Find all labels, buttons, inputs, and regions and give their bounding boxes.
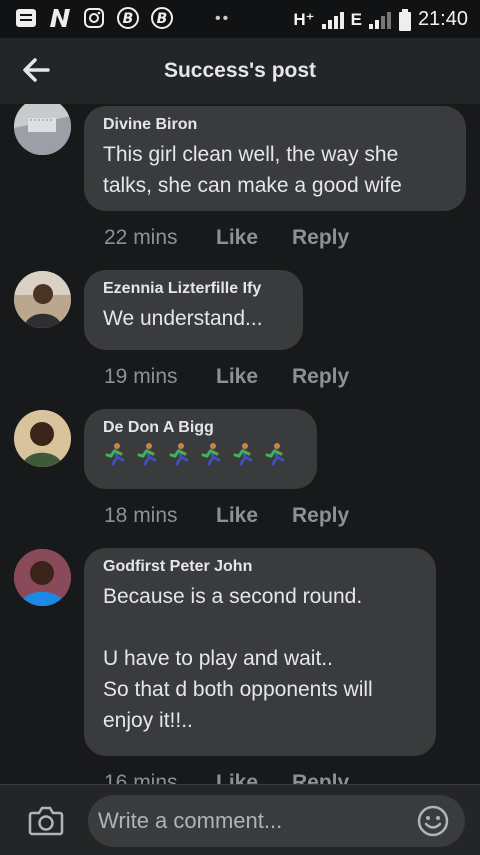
network-type: H⁺ bbox=[293, 9, 315, 29]
svg-text:B: B bbox=[157, 11, 168, 27]
comment-time[interactable]: 22 mins bbox=[104, 226, 216, 250]
comment-author[interactable]: Godfirst Peter John bbox=[103, 558, 416, 576]
comment-author[interactable]: De Don A Bigg bbox=[103, 419, 297, 437]
like-button[interactable]: Like bbox=[216, 504, 292, 528]
comment-composer: Write a comment... bbox=[0, 784, 480, 855]
comment-input[interactable]: Write a comment... bbox=[88, 795, 465, 847]
comment-actions: 16 mins Like Reply bbox=[104, 771, 349, 784]
instagram-icon bbox=[82, 6, 106, 30]
running-man-emoji bbox=[169, 443, 189, 466]
comment-actions: 18 mins Like Reply bbox=[104, 504, 349, 528]
reply-button[interactable]: Reply bbox=[292, 771, 349, 784]
reply-button[interactable]: Reply bbox=[292, 365, 349, 389]
comment-author[interactable]: Divine Biron bbox=[103, 116, 446, 134]
like-button[interactable]: Like bbox=[216, 226, 292, 250]
network-type-2: E bbox=[350, 9, 362, 29]
comment-actions: 19 mins Like Reply bbox=[104, 365, 349, 389]
n-icon bbox=[48, 6, 72, 30]
svg-text:B: B bbox=[123, 11, 134, 27]
comment-author[interactable]: Ezennia Lizterfille Ify bbox=[103, 280, 283, 298]
reply-button[interactable]: Reply bbox=[292, 226, 349, 250]
smiley-icon[interactable] bbox=[417, 805, 449, 837]
more-notifications-icon: •• bbox=[215, 10, 231, 27]
like-button[interactable]: Like bbox=[216, 365, 292, 389]
comment-actions: 22 mins Like Reply bbox=[104, 226, 349, 250]
status-indicators: H⁺ E 21:40 bbox=[293, 8, 468, 31]
running-man-emoji bbox=[233, 443, 253, 466]
signal-icon bbox=[368, 11, 391, 29]
avatar[interactable] bbox=[14, 410, 71, 467]
comment-text: We understand... bbox=[103, 307, 263, 330]
signal-icon bbox=[321, 11, 344, 29]
avatar[interactable] bbox=[14, 549, 71, 606]
comment-list: Divine Biron This girl clean well, the w… bbox=[0, 104, 480, 784]
b-circle-icon: B bbox=[116, 6, 140, 30]
message-icon bbox=[14, 6, 38, 30]
comment-time[interactable]: 18 mins bbox=[104, 504, 216, 528]
running-man-emoji bbox=[105, 443, 125, 466]
page-title: Success's post bbox=[163, 59, 317, 82]
comment-text: Because is a second round. U have to pla… bbox=[103, 585, 373, 732]
notification-icons: B B bbox=[14, 6, 174, 30]
comment-time[interactable]: 16 mins bbox=[104, 771, 216, 784]
reply-button[interactable]: Reply bbox=[292, 504, 349, 528]
like-button[interactable]: Like bbox=[216, 771, 292, 784]
comment-bubble[interactable]: Godfirst Peter John Because is a second … bbox=[84, 548, 436, 756]
comment-bubble[interactable]: De Don A Bigg bbox=[84, 409, 317, 489]
comment-placeholder: Write a comment... bbox=[98, 808, 283, 833]
clock: 21:40 bbox=[417, 8, 468, 30]
header: Success's post bbox=[0, 38, 480, 104]
avatar[interactable] bbox=[14, 104, 71, 155]
b-circle-icon: B bbox=[150, 6, 174, 30]
emoji-row bbox=[103, 442, 297, 468]
camera-icon[interactable] bbox=[28, 805, 64, 837]
comment-text: This girl clean well, the way she talks,… bbox=[103, 143, 402, 197]
comment-time[interactable]: 19 mins bbox=[104, 365, 216, 389]
comment-bubble[interactable]: Ezennia Lizterfille Ify We understand... bbox=[84, 270, 303, 350]
battery-icon bbox=[398, 8, 411, 31]
avatar[interactable] bbox=[14, 271, 71, 328]
status-bar: B B •• H⁺ E 21:40 bbox=[0, 0, 480, 38]
comment-bubble[interactable]: Divine Biron This girl clean well, the w… bbox=[84, 106, 466, 211]
running-man-emoji bbox=[201, 443, 221, 466]
running-man-emoji bbox=[137, 443, 157, 466]
running-man-emoji bbox=[265, 443, 285, 466]
